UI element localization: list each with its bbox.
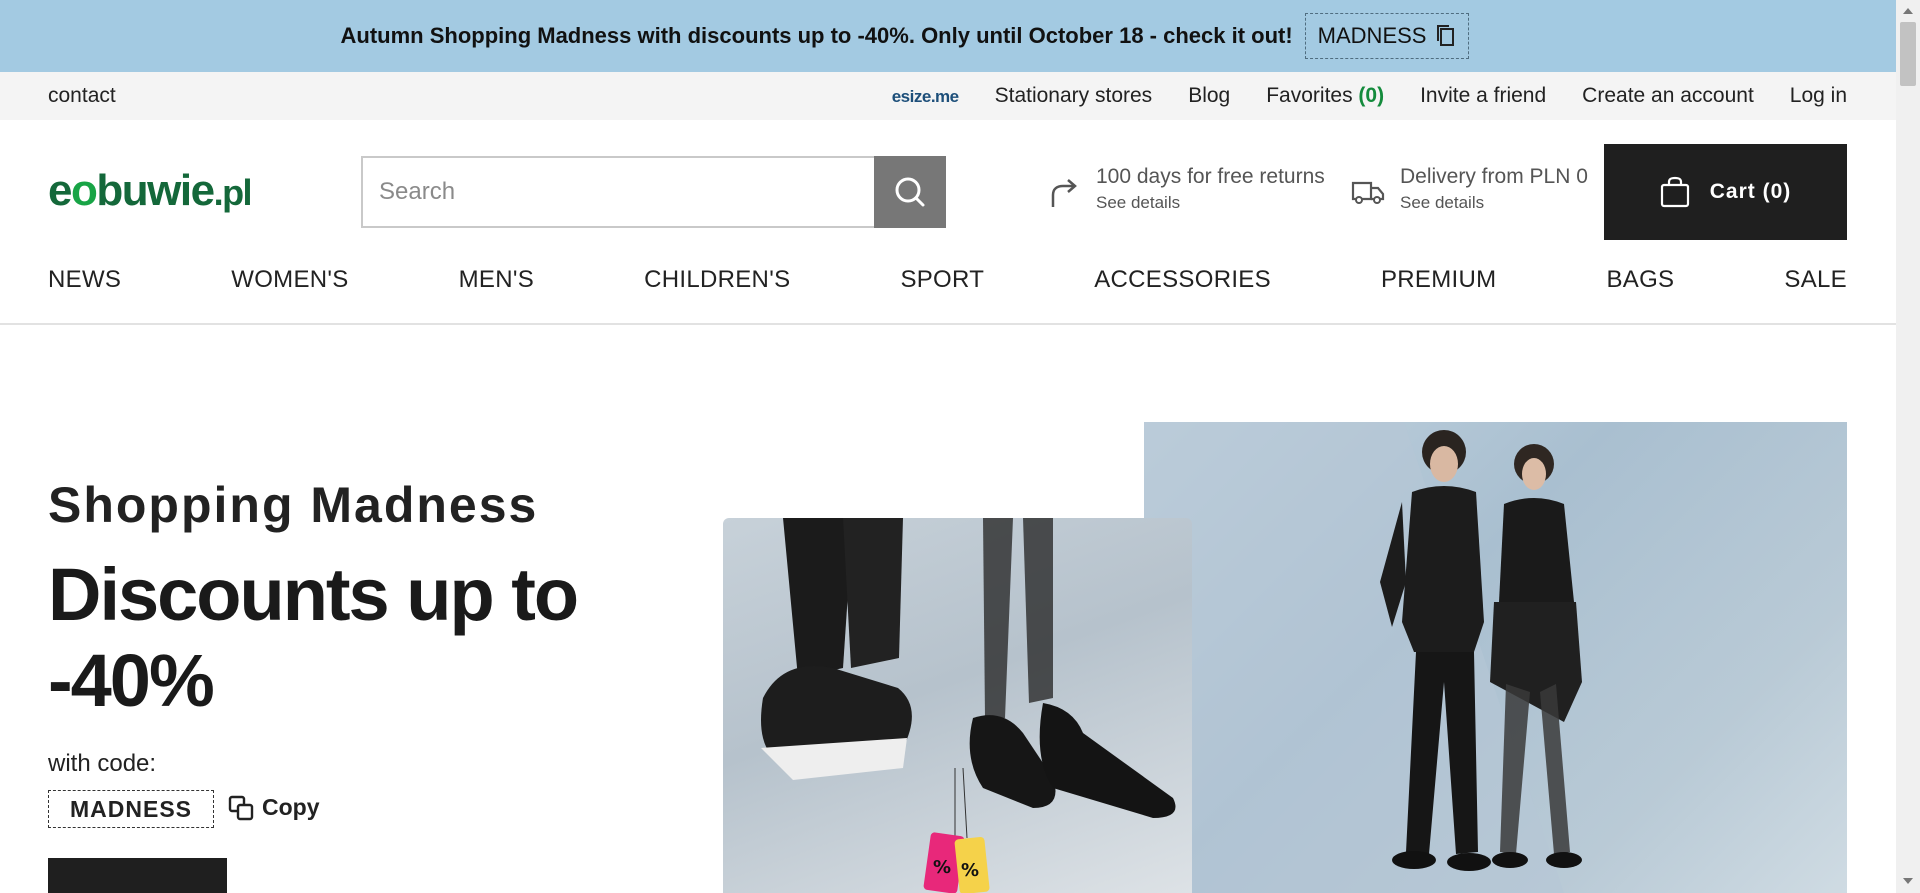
promo-bar: Autumn Shopping Madness with discounts u… xyxy=(0,0,1920,72)
hero-promo-code: MADNESS xyxy=(48,790,214,828)
nav-sale[interactable]: SALE xyxy=(1784,266,1847,294)
contact-link[interactable]: contact xyxy=(48,84,116,108)
couple-illustration xyxy=(1144,422,1582,893)
nav-divider xyxy=(0,323,1896,325)
delivery-info: Delivery from PLN 0 See details xyxy=(1348,163,1588,213)
utility-links: esize.me Stationary stores Blog Favorite… xyxy=(892,72,1847,120)
delivery-title: Delivery from PLN 0 xyxy=(1400,165,1588,188)
nav-mens[interactable]: MEN'S xyxy=(459,266,534,294)
nav-sport[interactable]: SPORT xyxy=(900,266,984,294)
promo-code: MADNESS xyxy=(1317,23,1427,48)
page-scrollbar[interactable] xyxy=(1896,0,1920,893)
logo[interactable]: eobuwie.pl xyxy=(48,166,253,216)
svg-text:%: % xyxy=(933,857,951,878)
nav-childrens[interactable]: CHILDREN'S xyxy=(644,266,790,294)
stationary-stores-link[interactable]: Stationary stores xyxy=(995,84,1153,108)
nav-premium[interactable]: PREMIUM xyxy=(1381,266,1496,294)
delivery-details-link[interactable]: See details xyxy=(1400,193,1588,213)
search-icon xyxy=(895,177,925,207)
hero-subtitle: Shopping Madness xyxy=(48,477,539,533)
promo-text: Autumn Shopping Madness with discounts u… xyxy=(340,23,1293,48)
returns-title: 100 days for free returns xyxy=(1096,165,1325,188)
svg-text:%: % xyxy=(961,860,979,881)
returns-details-link[interactable]: See details xyxy=(1096,193,1325,213)
returns-info: 100 days for free returns See details xyxy=(1044,163,1325,213)
search-input[interactable] xyxy=(363,158,875,226)
favorites-label: Favorites xyxy=(1266,84,1353,107)
cart-button[interactable]: Cart (0) xyxy=(1604,144,1847,240)
search-button[interactable] xyxy=(874,156,946,228)
hero-image-shoes: % % xyxy=(723,518,1192,893)
favorites-count: (0) xyxy=(1358,84,1385,107)
cart-label: Cart (0) xyxy=(1709,180,1792,203)
copy-icon xyxy=(228,795,254,820)
hero-cta-button[interactable] xyxy=(48,858,227,893)
create-account-link[interactable]: Create an account xyxy=(1582,84,1754,108)
hero-code-label: with code: xyxy=(48,750,157,777)
favorites-link[interactable]: Favorites (0) xyxy=(1266,84,1384,108)
login-link[interactable]: Log in xyxy=(1790,84,1847,108)
copy-icon xyxy=(1437,25,1455,46)
logo-o: o xyxy=(70,166,98,215)
main-nav: NEWS WOMEN'S MEN'S CHILDREN'S SPORT ACCE… xyxy=(48,266,1847,294)
logo-rest: buwie xyxy=(96,166,215,215)
scroll-up-arrow-icon[interactable] xyxy=(1902,6,1914,16)
scroll-down-arrow-icon[interactable] xyxy=(1902,876,1914,886)
nav-accessories[interactable]: ACCESSORIES xyxy=(1094,266,1271,294)
nav-womens[interactable]: WOMEN'S xyxy=(231,266,348,294)
copy-code-button[interactable]: Copy xyxy=(228,794,320,821)
promo-code-copy-button[interactable]: MADNESS xyxy=(1304,13,1470,59)
nav-bags[interactable]: BAGS xyxy=(1606,266,1674,294)
search-box xyxy=(361,156,946,228)
invite-friend-link[interactable]: Invite a friend xyxy=(1420,84,1546,108)
nav-news[interactable]: NEWS xyxy=(48,266,121,294)
return-arrow-icon xyxy=(1051,179,1077,207)
hero-image-couple xyxy=(1144,422,1847,893)
shoes-illustration: % % xyxy=(761,518,1176,893)
truck-icon xyxy=(1351,181,1385,204)
scrollbar-thumb[interactable] xyxy=(1900,22,1916,86)
logo-pl: .pl xyxy=(213,172,253,213)
esize-link[interactable]: esize.me xyxy=(892,84,959,108)
shopping-bag-icon xyxy=(1660,176,1689,208)
utility-bar: contact esize.me Stationary stores Blog … xyxy=(0,72,1896,120)
logo-e: e xyxy=(48,166,72,215)
copy-label: Copy xyxy=(262,794,320,820)
hero-title: Discounts up to -40% xyxy=(48,553,579,722)
blog-link[interactable]: Blog xyxy=(1188,84,1230,108)
esize-text: esize xyxy=(891,87,932,106)
esize-suffix: .me xyxy=(930,87,959,106)
